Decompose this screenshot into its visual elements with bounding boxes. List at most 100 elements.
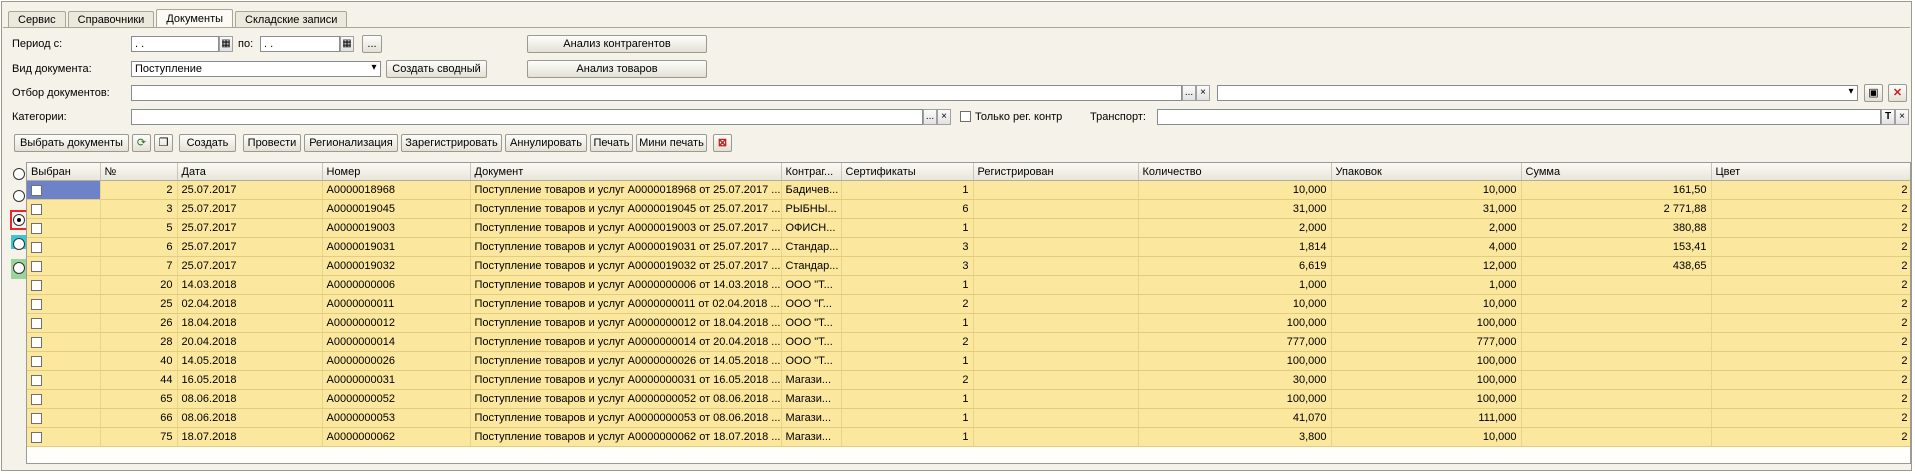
row-selected-cell[interactable] xyxy=(27,427,101,447)
delete-document-icon[interactable]: ⊠ xyxy=(713,134,732,152)
row-selected-cell[interactable] xyxy=(27,389,101,409)
col-quantity[interactable]: Количество xyxy=(1138,163,1332,181)
row-selected-cell[interactable] xyxy=(27,256,101,276)
col-date[interactable]: Дата xyxy=(177,163,323,181)
row-checkbox[interactable] xyxy=(31,374,42,386)
row-checkbox[interactable] xyxy=(31,184,42,196)
table-row[interactable]: 20 14.03.2018 А0000000006 Поступление товар… xyxy=(27,275,1910,295)
row-checkbox[interactable] xyxy=(31,336,42,348)
row-checkbox[interactable] xyxy=(31,279,42,291)
row-radio-1[interactable] xyxy=(13,168,25,180)
row-radio-5[interactable] xyxy=(13,262,25,274)
row-selected-cell[interactable] xyxy=(27,351,101,371)
row-contractor: ООО "Т... xyxy=(781,275,842,295)
save-icon[interactable]: ▣ xyxy=(1864,84,1883,102)
category-field[interactable] xyxy=(131,109,923,125)
row-selected-cell[interactable] xyxy=(27,199,101,219)
row-selected-cell[interactable] xyxy=(27,332,101,352)
post-button[interactable]: Провести xyxy=(243,134,301,152)
create-button[interactable]: Создать xyxy=(179,134,236,152)
analysis-contractors-button[interactable]: Анализ контрагентов xyxy=(527,35,707,53)
col-sum[interactable]: Сумма xyxy=(1521,163,1712,181)
register-button[interactable]: Зарегистрировать xyxy=(401,134,502,152)
transport-type-button[interactable]: T xyxy=(1881,109,1895,125)
col-doc-number[interactable]: Номер xyxy=(322,163,471,181)
table-row[interactable]: 75 18.07.2018 А0000000062 Поступление товар… xyxy=(27,427,1910,447)
row-checkbox[interactable] xyxy=(31,298,42,310)
row-selected-cell[interactable] xyxy=(27,218,101,238)
regionalize-button[interactable]: Регионализация xyxy=(304,134,398,152)
category-ellipsis-button[interactable]: ... xyxy=(923,109,937,125)
row-selected-cell[interactable] xyxy=(27,370,101,390)
col-contractor[interactable]: Контраг... xyxy=(781,163,842,181)
filter-clear-icon[interactable]: × xyxy=(1196,85,1210,101)
col-number[interactable]: № xyxy=(100,163,178,181)
period-select-button[interactable]: ... xyxy=(362,35,382,53)
transport-field[interactable] xyxy=(1157,109,1881,125)
row-selected-cell[interactable] xyxy=(27,237,101,257)
period-from-field[interactable]: . . xyxy=(131,36,219,52)
row-checkbox[interactable] xyxy=(31,355,42,367)
table-row[interactable]: 25 02.04.2018 А0000000011 Поступление товар… xyxy=(27,294,1910,314)
category-clear-icon[interactable]: × xyxy=(937,109,951,125)
row-checkbox[interactable] xyxy=(31,260,42,272)
col-selected[interactable]: Выбран xyxy=(27,163,101,181)
col-packages[interactable]: Упаковок xyxy=(1331,163,1522,181)
table-row[interactable]: 5 25.07.2017 А0000019003 Поступление товаро… xyxy=(27,218,1910,238)
row-selected-cell[interactable] xyxy=(27,313,101,333)
period-to-field[interactable]: . . xyxy=(260,36,340,52)
calendar-from-icon[interactable]: ▦ xyxy=(219,36,233,52)
row-radio-4[interactable] xyxy=(13,238,25,250)
col-document[interactable]: Документ xyxy=(470,163,782,181)
print-button[interactable]: Печать xyxy=(590,134,633,152)
row-checkbox[interactable] xyxy=(31,222,42,234)
doc-type-select[interactable]: Поступление xyxy=(131,61,381,77)
copy-icon[interactable]: ❐ xyxy=(154,134,173,152)
table-row[interactable]: 66 08.06.2018 А0000000053 Поступление товар… xyxy=(27,408,1910,428)
filter-secondary-select[interactable] xyxy=(1217,85,1858,101)
col-certificates[interactable]: Сертификаты xyxy=(841,163,974,181)
table-row[interactable]: 26 18.04.2018 А0000000012 Поступление товар… xyxy=(27,313,1910,333)
tab-directories[interactable]: Справочники xyxy=(67,11,155,28)
row-checkbox[interactable] xyxy=(31,412,42,424)
col-registered[interactable]: Регистрирован xyxy=(973,163,1139,181)
annul-button[interactable]: Аннулировать xyxy=(505,134,587,152)
chevron-down-icon[interactable]: ▾ xyxy=(367,61,381,77)
refresh-icon[interactable]: ⟳ xyxy=(132,134,151,152)
calendar-to-icon[interactable]: ▦ xyxy=(340,36,354,52)
table-row[interactable]: 40 14.05.2018 А0000000026 Поступление товар… xyxy=(27,351,1910,371)
table-row[interactable]: 65 08.06.2018 А0000000052 Поступление товар… xyxy=(27,389,1910,409)
row-selected-cell[interactable] xyxy=(27,180,101,200)
table-row[interactable]: 3 25.07.2017 А0000019045 Поступление товаро… xyxy=(27,199,1910,219)
row-checkbox[interactable] xyxy=(31,431,42,443)
col-color[interactable]: Цвет xyxy=(1711,163,1910,181)
row-checkbox[interactable] xyxy=(31,241,42,253)
row-checkbox[interactable] xyxy=(31,317,42,329)
create-summary-button[interactable]: Создать сводный xyxy=(386,60,487,78)
row-checkbox[interactable] xyxy=(31,393,42,405)
only-reg-checkbox[interactable] xyxy=(960,111,971,122)
tab-documents[interactable]: Документы xyxy=(156,9,234,28)
tab-service[interactable]: Сервис xyxy=(8,11,66,28)
table-row[interactable]: 44 16.05.2018 А0000000031 Поступление товар… xyxy=(27,370,1910,390)
analysis-goods-button[interactable]: Анализ товаров xyxy=(527,60,707,78)
select-documents-button[interactable]: Выбрать документы xyxy=(14,134,129,152)
row-selected-cell[interactable] xyxy=(27,408,101,428)
row-selected-cell[interactable] xyxy=(27,294,101,314)
table-row[interactable]: 7 25.07.2017 А0000019032 Поступление товаро… xyxy=(27,256,1910,276)
row-document: Поступление товаров и услуг А0000019032 … xyxy=(470,256,782,276)
filter-field[interactable] xyxy=(131,85,1182,101)
chevron-down-icon[interactable]: ▾ xyxy=(1844,85,1858,101)
row-selected-cell[interactable] xyxy=(27,275,101,295)
row-checkbox[interactable] xyxy=(31,203,42,215)
mini-print-button[interactable]: Мини печать xyxy=(636,134,707,152)
row-radio-2[interactable] xyxy=(13,190,25,202)
filter-ellipsis-button[interactable]: ... xyxy=(1182,85,1196,101)
tab-warehouse-records[interactable]: Складские записи xyxy=(235,11,348,28)
table-row[interactable]: 6 25.07.2017 А0000019031 Поступление товаро… xyxy=(27,237,1910,257)
transport-clear-icon[interactable]: × xyxy=(1895,109,1909,125)
table-row[interactable]: 28 20.04.2018 А0000000014 Поступление товар… xyxy=(27,332,1910,352)
table-row[interactable]: 2 25.07.2017 А0000018968 Поступление товаро… xyxy=(27,180,1910,200)
row-date: 25.07.2017 xyxy=(177,218,323,238)
delete-icon[interactable]: ✕ xyxy=(1888,84,1907,102)
